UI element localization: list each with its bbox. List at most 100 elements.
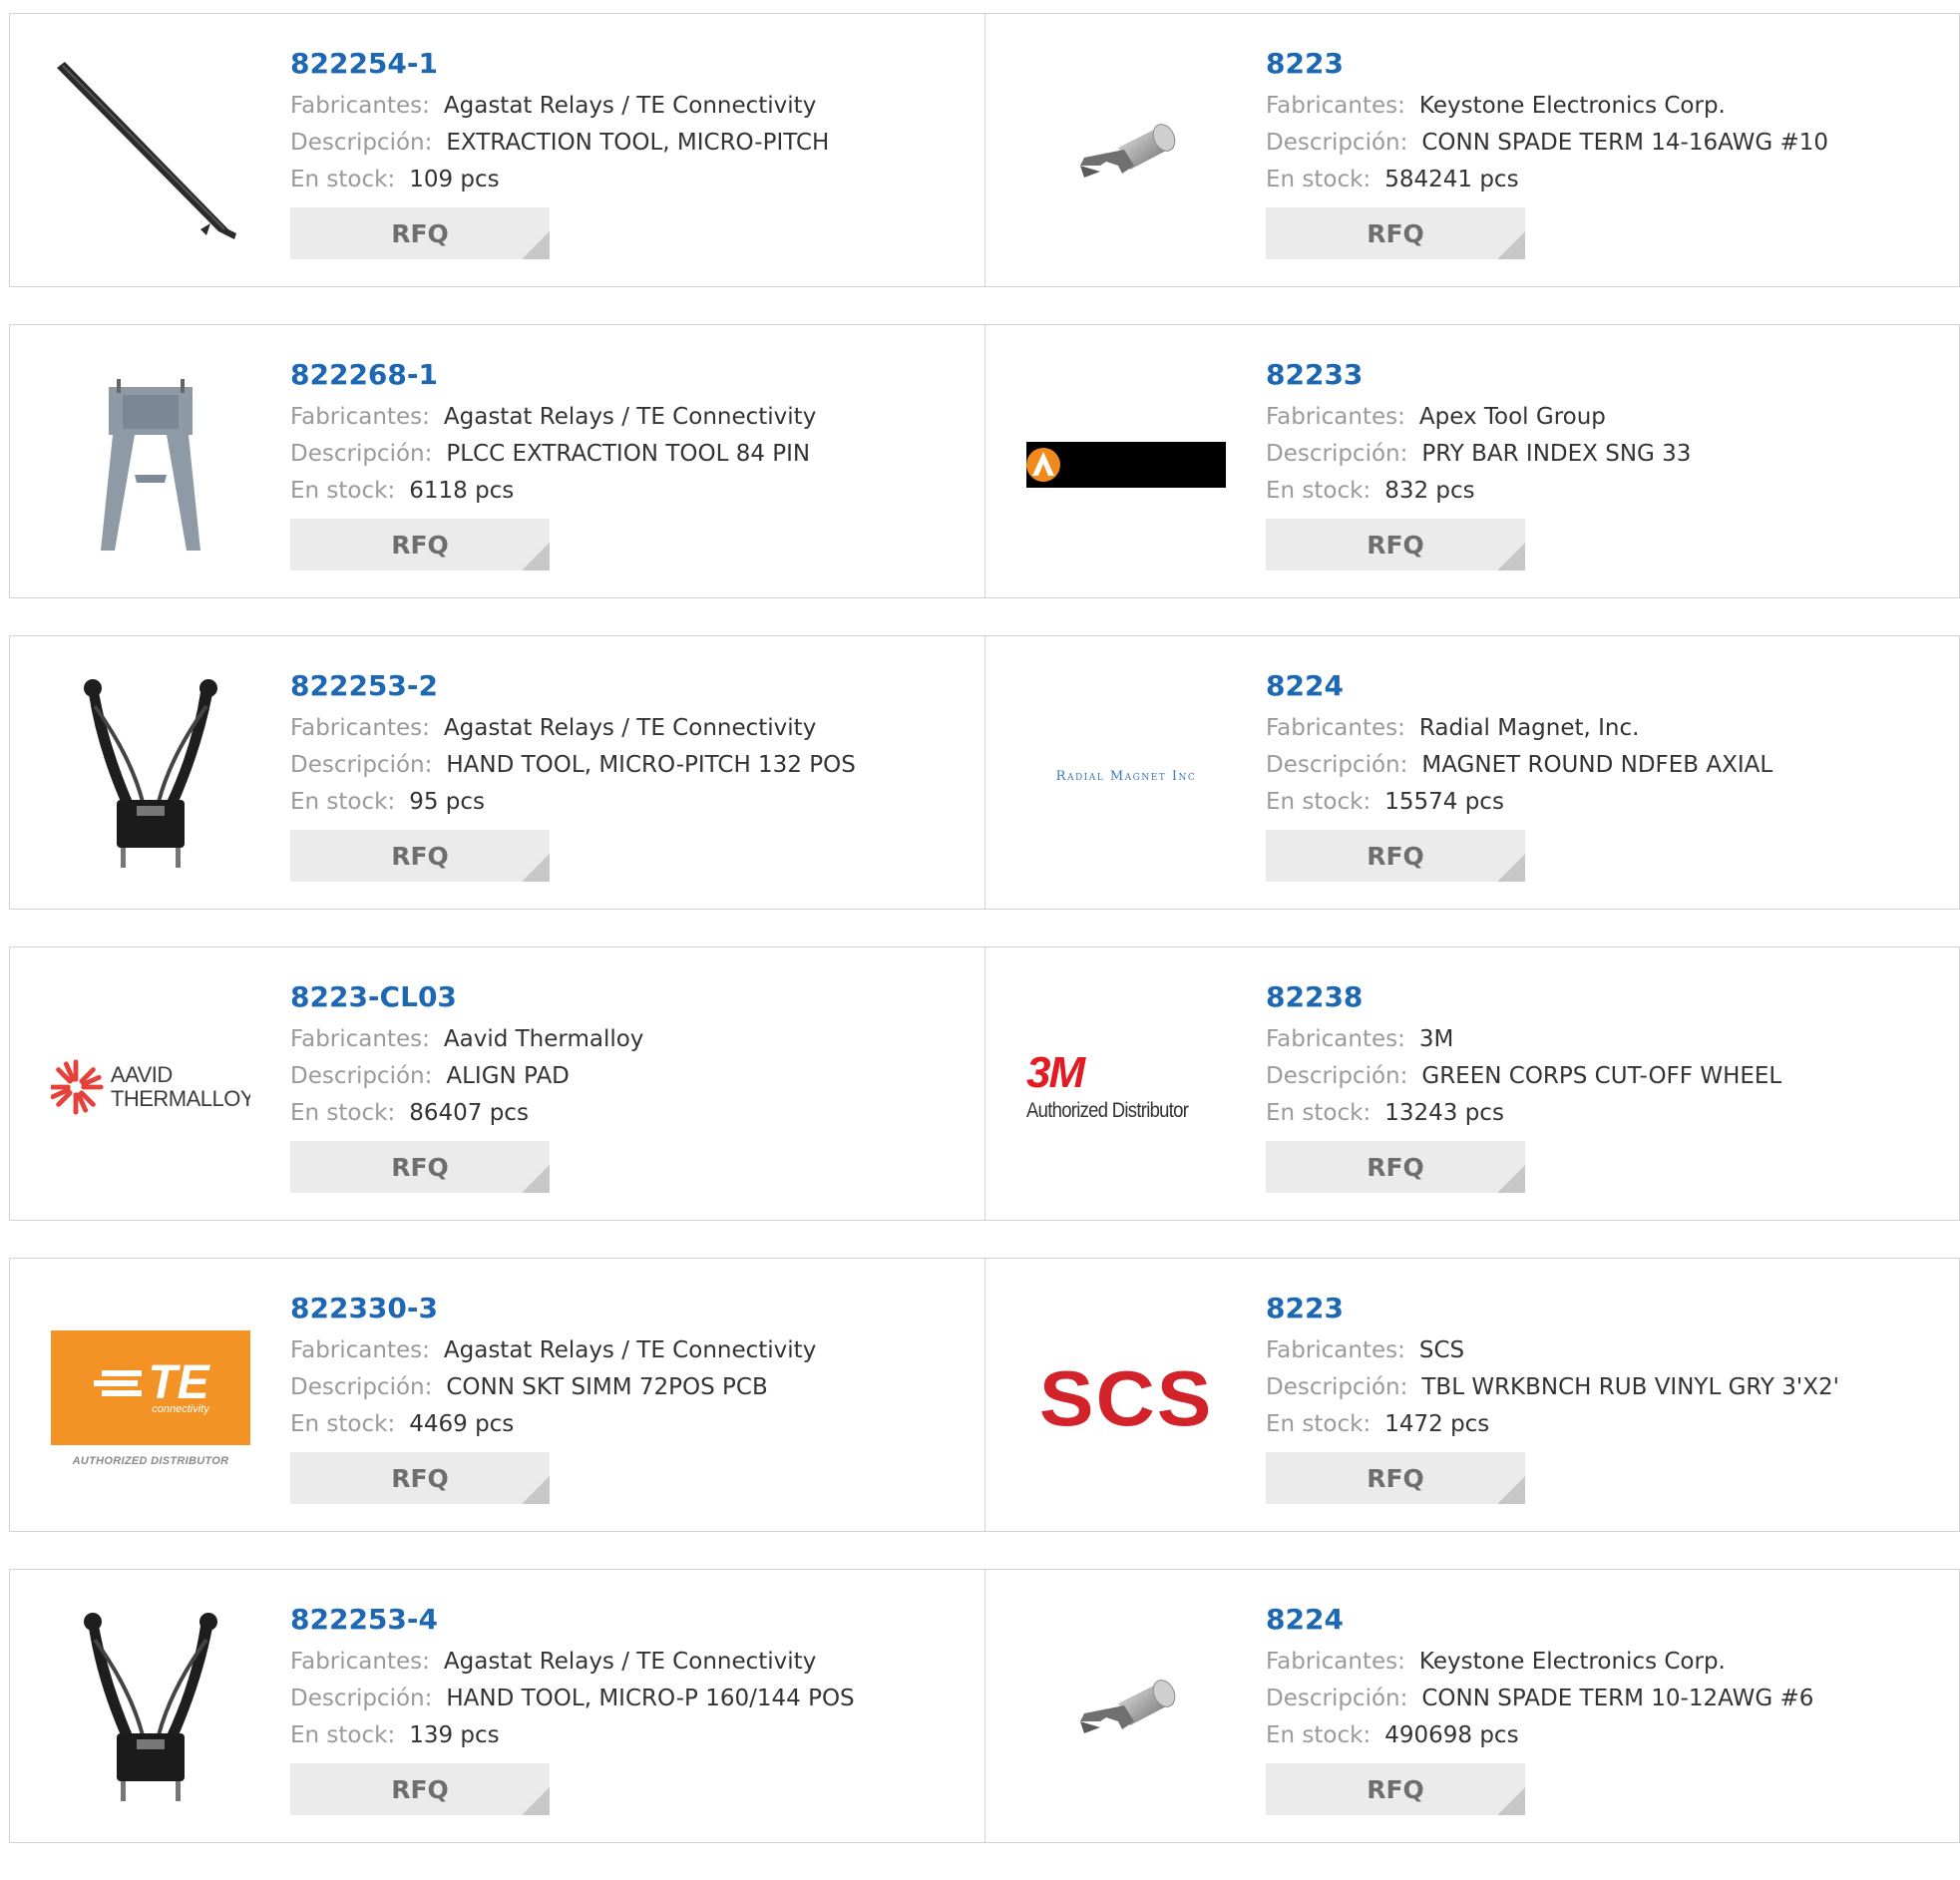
stock-label: En stock: [290,167,396,192]
part-number-link[interactable]: 822254-1 [290,44,975,84]
manufacturer-value: Aavid Thermalloy [443,1026,644,1052]
product-info: 822253-4 Fabricantes: Agastat Relays / TE … [290,1600,975,1815]
manufacturer-value: Agastat Relays / TE Connectivity [443,93,817,119]
part-number-link[interactable]: 8223 [1266,1289,1949,1328]
stock-line: En stock: 584241 pcs [1266,162,1949,198]
stock-label: En stock: [290,1411,396,1437]
stock-line: En stock: 15574 pcs [1266,784,1949,821]
rfq-button-label: RFQ [391,1463,449,1493]
manufacturer-value: Agastat Relays / TE Connectivity [443,715,817,741]
description-line: Descripción: CONN SKT SIMM 72POS PCB [290,1369,975,1406]
product-info: 82238 Fabricantes: 3M Descripción: GREEN COR… [1266,977,1949,1193]
stock-line: En stock: 109 pcs [290,162,975,198]
manufacturer-line: Fabricantes: SCS [1266,1332,1949,1369]
spade-terminal-image[interactable] [1026,1610,1226,1809]
spade-terminal-image[interactable] [1026,54,1226,253]
rfq-button-label: RFQ [1367,1152,1424,1182]
manufacturer-value: Apex Tool Group [1418,404,1606,430]
stock-value: 86407 pcs [409,1100,529,1126]
description-line: Descripción: CONN SPADE TERM 14-16AWG #10 [1266,125,1949,162]
manufacturer-label: Fabricantes: [290,1649,430,1675]
description-value: GREEN CORPS CUT-OFF WHEEL [1421,1063,1782,1089]
product-row: AAVID THERMALLOY 8223-CL03 Fabricantes: Aa… [9,946,1960,1221]
part-number-link[interactable]: 82233 [1266,355,1949,395]
description-line: Descripción: CONN SPADE TERM 10-12AWG #6 [1266,1681,1949,1717]
product-card: AAVID THERMALLOY 8223-CL03 Fabricantes: Aa… [10,947,984,1220]
rfq-button[interactable]: RFQ [1266,1141,1525,1193]
hand-tool-image[interactable] [51,1610,250,1809]
manufacturer-value: Radial Magnet, Inc. [1418,715,1640,741]
rfq-button[interactable]: RFQ [290,1141,550,1193]
part-number-link[interactable]: 8224 [1266,1600,1949,1640]
stock-line: En stock: 95 pcs [290,784,975,821]
manufacturer-label: Fabricantes: [1266,1337,1405,1363]
scs-logo[interactable]: SCS [1026,1299,1226,1498]
stock-value: 490698 pcs [1384,1722,1519,1748]
manufacturer-line: Fabricantes: Agastat Relays / TE Connecti… [290,1332,975,1369]
manufacturer-line: Fabricantes: Apex Tool Group [1266,399,1949,436]
part-number-link[interactable]: 8223-CL03 [290,977,975,1017]
stock-value: 95 pcs [409,789,486,815]
description-line: Descripción: EXTRACTION TOOL, MICRO-PITCH [290,125,975,162]
stock-line: En stock: 490698 pcs [1266,1717,1949,1754]
product-info: 8223 Fabricantes: SCS Descripción: TBL WRKBN… [1266,1289,1949,1504]
hand-tool-image[interactable] [51,676,250,876]
rfq-button[interactable]: RFQ [1266,207,1525,259]
description-line: Descripción: PRY BAR INDEX SNG 33 [1266,436,1949,473]
description-line: Descripción: MAGNET ROUND NDFEB AXIAL [1266,747,1949,784]
description-value: CONN SPADE TERM 10-12AWG #6 [1421,1686,1814,1711]
apex-tool-group-logo[interactable] [1026,365,1226,564]
part-number-link[interactable]: 822253-4 [290,1600,975,1640]
rfq-button-label: RFQ [1367,1774,1424,1804]
rfq-button-label: RFQ [1367,1463,1424,1493]
3m-authorized-distributor-logo[interactable]: 3M Authorized Distributor [1026,987,1226,1187]
manufacturer-label: Fabricantes: [290,93,430,119]
stock-label: En stock: [290,789,396,815]
product-info: 822268-1 Fabricantes: Agastat Relays / TE … [290,355,975,570]
rfq-button-label: RFQ [391,530,449,560]
part-number-link[interactable]: 8224 [1266,666,1949,706]
product-card: 822253-4 Fabricantes: Agastat Relays / TE … [10,1570,984,1842]
te-connectivity-logo[interactable]: TE connectivity AUTHORIZED DISTRIBUTOR [51,1299,250,1498]
rfq-button[interactable]: RFQ [290,1763,550,1815]
part-number-link[interactable]: 8223 [1266,44,1949,84]
manufacturer-label: Fabricantes: [290,1026,430,1052]
part-number-link[interactable]: 82238 [1266,977,1949,1017]
rfq-button[interactable]: RFQ [290,1452,550,1504]
stock-label: En stock: [1266,478,1372,504]
rfq-button-label: RFQ [1367,841,1424,871]
aavid-thermalloy-logo[interactable]: AAVID THERMALLOY [51,987,250,1187]
manufacturer-label: Fabricantes: [290,1337,430,1363]
stock-line: En stock: 139 pcs [290,1717,975,1754]
part-number-link[interactable]: 822330-3 [290,1289,975,1328]
stock-label: En stock: [290,478,396,504]
manufacturer-line: Fabricantes: Agastat Relays / TE Connecti… [290,88,975,125]
manufacturer-value: Keystone Electronics Corp. [1418,93,1726,119]
description-label: Descripción: [290,441,433,467]
radial-magnet-logo-text: Radial Magnet Inc [1055,768,1197,784]
rfq-button[interactable]: RFQ [1266,830,1525,882]
rfq-button[interactable]: RFQ [1266,519,1525,570]
stock-line: En stock: 86407 pcs [290,1095,975,1132]
product-card: 822254-1 Fabricantes: Agastat Relays / TE … [10,14,984,286]
manufacturer-label: Fabricantes: [1266,715,1405,741]
description-value: TBL WRKBNCH RUB VINYL GRY 3'X2' [1421,1374,1839,1400]
rfq-button[interactable]: RFQ [290,207,550,259]
rfq-button[interactable]: RFQ [1266,1452,1525,1504]
description-label: Descripción: [290,1063,433,1089]
plcc-extraction-tool-image[interactable] [51,365,250,564]
threem-logo-mark: 3M [1026,1048,1085,1097]
rfq-button[interactable]: RFQ [290,830,550,882]
radial-magnet-logo[interactable]: Radial Magnet Inc [1026,676,1226,876]
description-value: HAND TOOL, MICRO-PITCH 132 POS [446,752,856,778]
product-info: 82233 Fabricantes: Apex Tool Group Descripc… [1266,355,1949,570]
extraction-tool-image[interactable] [51,54,250,253]
rfq-button[interactable]: RFQ [290,519,550,570]
product-card: SCS 8223 Fabricantes: SCS Descripción: TBL W… [984,1259,1959,1531]
part-number-link[interactable]: 822268-1 [290,355,975,395]
rfq-button[interactable]: RFQ [1266,1763,1525,1815]
scs-logo-mark: SCS [1038,1354,1214,1442]
part-number-link[interactable]: 822253-2 [290,666,975,706]
stock-value: 109 pcs [409,167,500,192]
stock-label: En stock: [1266,789,1372,815]
